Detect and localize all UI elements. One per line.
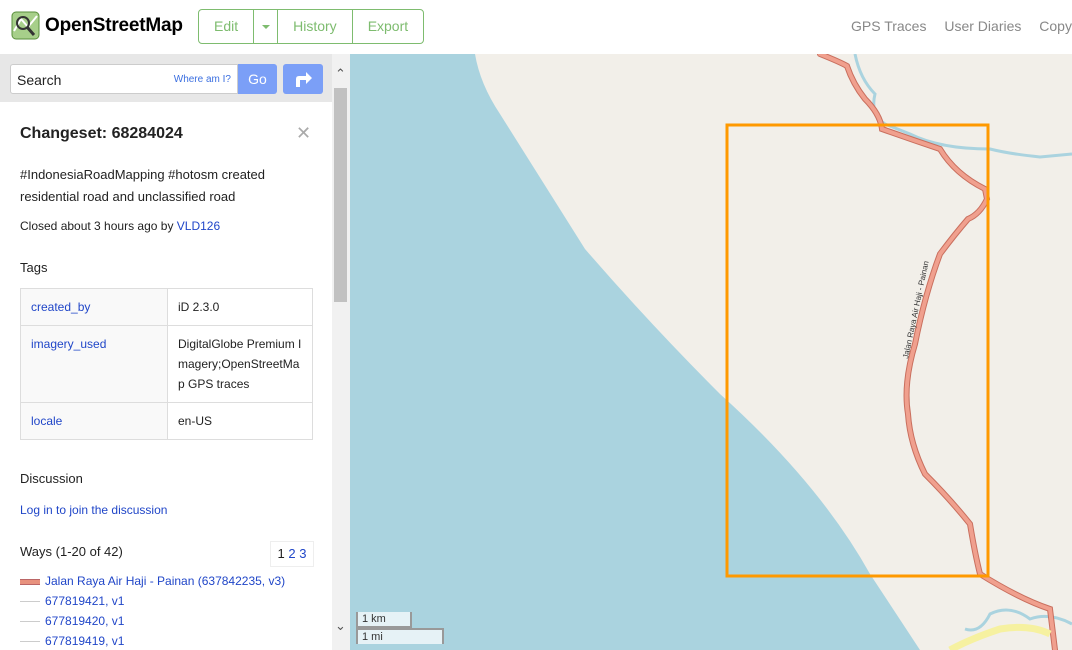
way-swatch: [20, 621, 40, 623]
search-input-value: Search: [17, 72, 62, 88]
tag-value: DigitalGlobe Premium Imagery;OpenStreetM…: [167, 325, 313, 403]
table-row: locale en-US: [20, 402, 313, 440]
table-row: created_by iD 2.3.0: [20, 288, 313, 326]
sidebar-scrollbar[interactable]: ⌃ ⌄: [332, 54, 350, 650]
edit-button[interactable]: Edit: [199, 10, 255, 43]
way-link[interactable]: 677819419, v1: [45, 634, 124, 648]
user-link[interactable]: VLD126: [177, 219, 220, 233]
directions-icon: [296, 72, 312, 87]
ways-pagination: 1 2 3: [270, 541, 314, 567]
list-item: 677819421, v1: [20, 594, 124, 608]
closed-text: Closed about 3 hours ago by: [20, 219, 177, 233]
tag-key[interactable]: created_by: [20, 288, 168, 326]
way-link[interactable]: Jalan Raya Air Haji - Painan (637842235,…: [45, 574, 285, 588]
changeset-closed-info: Closed about 3 hours ago by VLD126: [20, 219, 220, 233]
user-diaries-link[interactable]: User Diaries: [944, 18, 1021, 34]
list-item: 677819420, v1: [20, 614, 124, 628]
changeset-comment: #IndonesiaRoadMapping #hotosm created re…: [20, 167, 266, 204]
scale-mi-label: 1 mi: [356, 628, 444, 644]
tag-key[interactable]: imagery_used: [20, 325, 168, 403]
search-bar: Search Where am I? Go: [0, 54, 332, 102]
osm-logo-icon[interactable]: [11, 11, 40, 40]
page-3-link[interactable]: 3: [299, 546, 306, 561]
changeset-title: Changeset: 68284024: [20, 125, 183, 142]
export-button[interactable]: Export: [353, 10, 423, 43]
river: [853, 54, 1072, 159]
ways-heading: Ways (1-20 of 42): [20, 544, 123, 559]
gps-traces-link[interactable]: GPS Traces: [851, 18, 926, 34]
search-input[interactable]: Search Where am I?: [10, 64, 238, 94]
table-row: imagery_used DigitalGlobe Premium Imager…: [20, 325, 313, 403]
go-button[interactable]: Go: [238, 64, 277, 94]
where-am-i-link[interactable]: Where am I?: [174, 74, 231, 85]
edit-dropdown-button[interactable]: [254, 10, 279, 43]
tag-value: en-US: [167, 402, 313, 440]
discussion-heading: Discussion: [20, 471, 83, 486]
way-swatch: [20, 601, 40, 603]
history-button[interactable]: History: [278, 10, 353, 43]
secondary-nav: GPS Traces User Diaries Copyri: [851, 18, 1072, 34]
close-icon[interactable]: ✕: [296, 123, 311, 144]
site-title[interactable]: OpenStreetMap: [45, 15, 183, 37]
tag-value: iD 2.3.0: [167, 288, 313, 326]
scroll-down-icon[interactable]: ⌄: [335, 618, 346, 634]
copyright-link[interactable]: Copyri: [1039, 18, 1072, 34]
sea-area: [350, 54, 920, 650]
tags-table: created_by iD 2.3.0 imagery_used Digital…: [20, 288, 313, 440]
page-1: 1: [277, 546, 285, 561]
page-2-link[interactable]: 2: [288, 546, 295, 561]
directions-button[interactable]: [283, 64, 323, 94]
way-swatch: [20, 578, 40, 585]
sidebar: Search Where am I? Go ⌃ ⌄ Changeset: 682…: [0, 54, 350, 650]
caret-down-icon: [262, 25, 271, 29]
tags-heading: Tags: [20, 260, 48, 275]
way-swatch: [20, 641, 40, 643]
tag-key[interactable]: locale: [20, 402, 168, 440]
secondary-road: [948, 623, 1052, 650]
login-to-discuss-link[interactable]: Log in to join the discussion: [20, 503, 167, 517]
header: OpenStreetMap Edit History Export GPS Tr…: [0, 0, 1072, 54]
list-item: Jalan Raya Air Haji - Painan (637842235,…: [20, 574, 285, 588]
list-item: 677819419, v1: [20, 634, 124, 648]
way-link[interactable]: 677819421, v1: [45, 594, 124, 608]
way-link[interactable]: 677819420, v1: [45, 614, 124, 628]
map-view[interactable]: Jalan Raya Air Haji - Painan 1 km 1 mi: [350, 54, 1072, 650]
edit-button-group: Edit History Export: [198, 9, 425, 44]
scale-km-label: 1 km: [356, 612, 412, 628]
scroll-thumb[interactable]: [334, 88, 347, 302]
scroll-up-icon[interactable]: ⌃: [335, 66, 346, 82]
